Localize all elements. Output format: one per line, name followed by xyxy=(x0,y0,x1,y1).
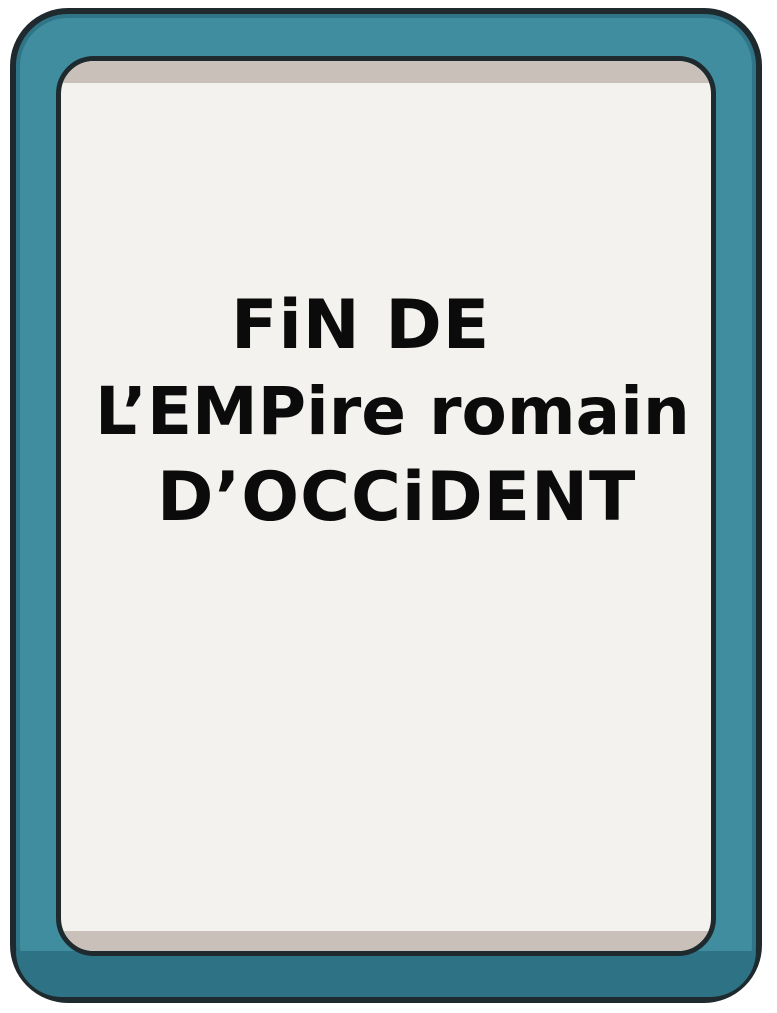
card-title-line-2: L’EMPire romain xyxy=(95,373,690,450)
card-title: FiN DE L’EMPire romain D’OCCiDENT xyxy=(61,283,711,541)
card-face: FiN DE L’EMPire romain D’OCCiDENT xyxy=(56,56,716,956)
event-card: FiN DE L’EMPire romain D’OCCiDENT xyxy=(10,8,762,1003)
card-title-line-1: FiN DE xyxy=(231,286,491,365)
card-title-line-3: D’OCCiDENT xyxy=(157,458,637,537)
